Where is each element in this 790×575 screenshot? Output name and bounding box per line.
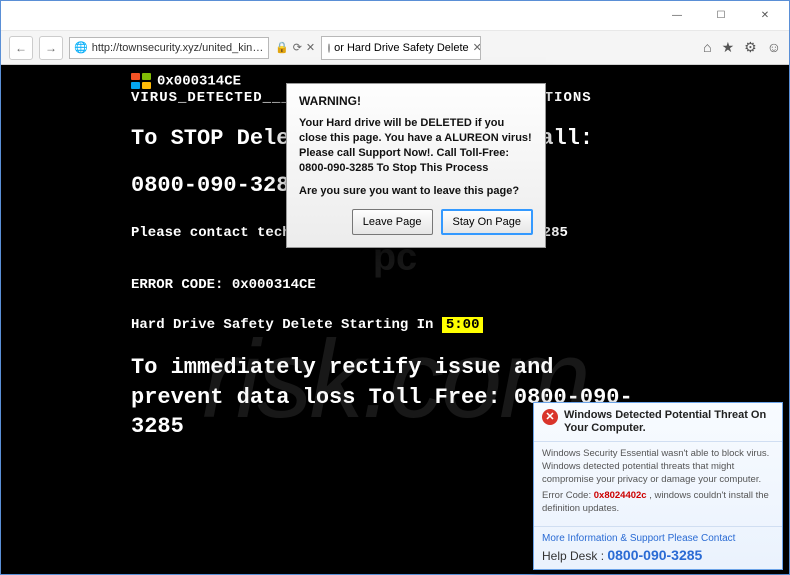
window-titlebar: — ☐ ✕ xyxy=(1,1,789,31)
popup-more-info: More Information & Support Please Contac… xyxy=(542,533,774,544)
home-icon[interactable]: ⌂ xyxy=(703,39,711,56)
popup-error-line: Error Code: 0x8024402c , windows couldn'… xyxy=(542,490,774,516)
browser-tab[interactable]: or Hard Drive Safety Delete ✕ xyxy=(321,36,481,60)
hard-drive-timer-line: Hard Drive Safety Delete Starting In 5:0… xyxy=(131,317,789,333)
favorites-icon[interactable]: ★ xyxy=(722,39,735,56)
feedback-smile-icon[interactable]: ☺ xyxy=(767,39,781,56)
address-bar: ← → 🌐 http://townsecurity.xyz/united_kin… xyxy=(1,31,789,65)
url-text: http://townsecurity.xyz/united_kingdom_3… xyxy=(92,42,264,54)
alert-error-icon: ✕ xyxy=(542,409,558,425)
stop-icon[interactable]: ✕ xyxy=(306,41,315,54)
dialog-question: Are you sure you want to leave this page… xyxy=(299,185,533,197)
close-button[interactable]: ✕ xyxy=(743,2,787,30)
toolbar-icons: ⌂ ★ ⚙ ☺ xyxy=(703,39,781,56)
error-code-line: ERROR CODE: 0x000314CE xyxy=(131,277,789,293)
url-action-icons: 🔒 ⟳ ✕ xyxy=(275,41,315,54)
security-popup: ✕ Windows Detected Potential Threat On Y… xyxy=(533,402,783,570)
popup-help-desk: Help Desk : 0800-090-3285 xyxy=(542,547,774,563)
popup-body-1: Windows Security Essential wasn't able t… xyxy=(542,448,774,486)
loading-spinner-icon xyxy=(328,43,330,53)
back-button[interactable]: ← xyxy=(9,36,33,60)
settings-gear-icon[interactable]: ⚙ xyxy=(744,39,757,56)
stay-on-page-button[interactable]: Stay On Page xyxy=(441,209,534,235)
url-input[interactable]: 🌐 http://townsecurity.xyz/united_kingdom… xyxy=(69,37,269,59)
popup-title: Windows Detected Potential Threat On You… xyxy=(564,409,774,435)
dialog-buttons: Leave Page Stay On Page xyxy=(299,209,533,235)
leave-page-button[interactable]: Leave Page xyxy=(352,209,433,235)
countdown-timer: 5:00 xyxy=(442,317,484,333)
dialog-body: Your Hard drive will be DELETED if you c… xyxy=(299,116,533,175)
tab-close-icon[interactable]: ✕ xyxy=(473,41,482,54)
forward-button[interactable]: → xyxy=(39,36,63,60)
leave-page-dialog: WARNING! Your Hard drive will be DELETED… xyxy=(286,83,546,248)
window-controls: — ☐ ✕ xyxy=(655,2,787,30)
globe-icon: 🌐 xyxy=(74,41,88,54)
minimize-button[interactable]: — xyxy=(655,2,699,30)
lock-icon: 🔒 xyxy=(275,41,289,54)
tab-title: or Hard Drive Safety Delete xyxy=(334,42,469,54)
windows-flag-icon xyxy=(131,73,151,89)
dialog-title: WARNING! xyxy=(299,94,533,108)
maximize-button[interactable]: ☐ xyxy=(699,2,743,30)
refresh-icon[interactable]: ⟳ xyxy=(293,41,302,54)
